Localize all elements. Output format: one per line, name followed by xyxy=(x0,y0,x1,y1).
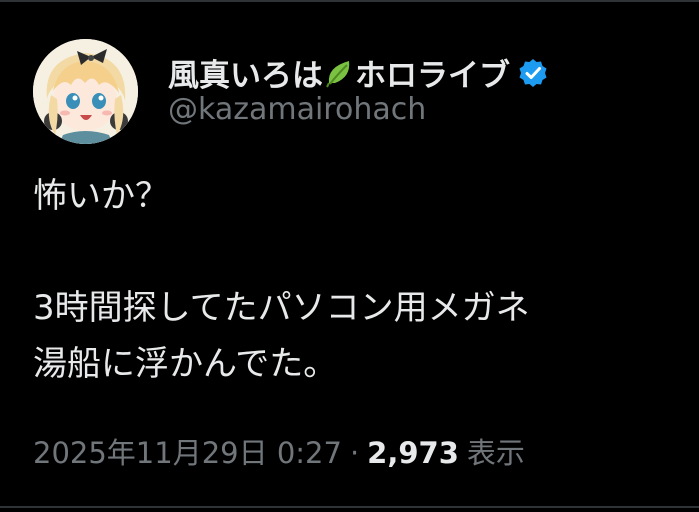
leaf-icon xyxy=(325,57,353,89)
views-count[interactable]: 2,973 xyxy=(367,436,459,470)
meta-separator: · xyxy=(349,436,360,470)
tweet-text: 怖いか？ 3時間探してたパソコン用メガネ 湯船に浮かんでた。 xyxy=(33,176,530,384)
bottom-divider xyxy=(0,506,699,508)
display-name[interactable]: 風真いろは xyxy=(168,50,323,95)
tweet-meta: 2025年11月29日 0:27 · 2,973 表示 xyxy=(33,430,525,472)
author-name-row[interactable]: 風真いろは ホロライブ xyxy=(168,50,548,95)
views-label[interactable]: 表示 xyxy=(467,430,525,472)
verified-badge-icon[interactable] xyxy=(518,58,548,88)
top-divider xyxy=(0,0,699,2)
timestamp[interactable]: 2025年11月29日 0:27 xyxy=(33,430,342,472)
display-name-suffix[interactable]: ホロライブ xyxy=(355,50,510,95)
avatar[interactable] xyxy=(33,39,138,144)
author-handle[interactable]: @kazamairohach xyxy=(168,92,426,127)
